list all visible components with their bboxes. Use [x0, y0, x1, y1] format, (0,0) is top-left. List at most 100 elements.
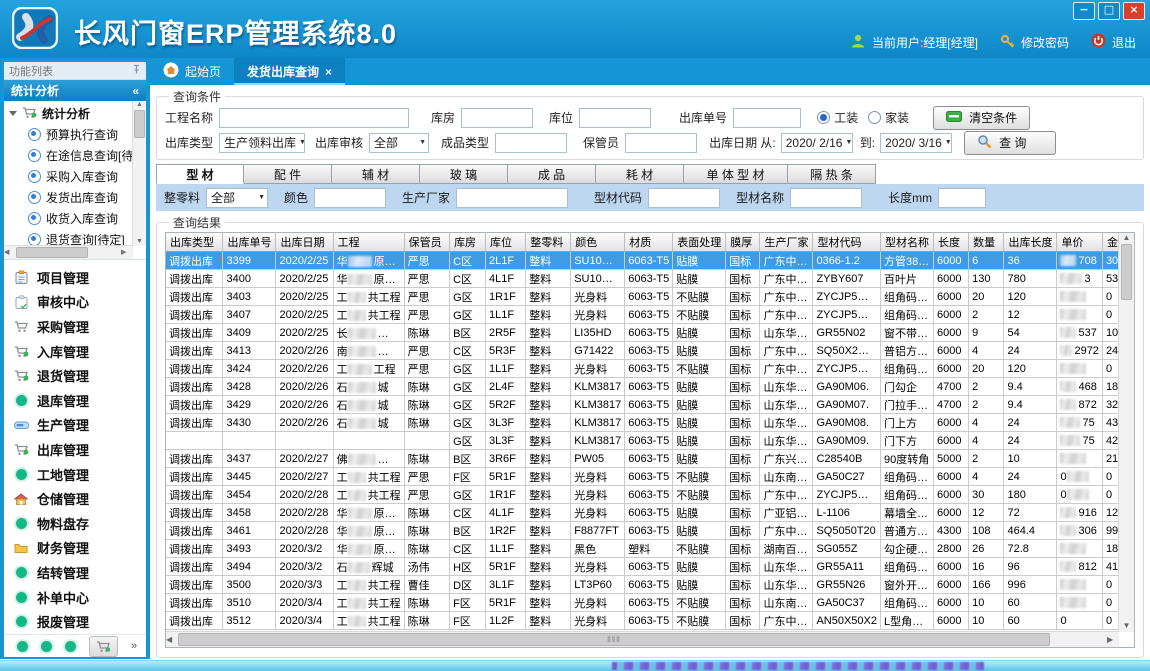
expander-icon[interactable]: [9, 111, 17, 116]
tree-vertical-scrollbar[interactable]: ▲▼: [132, 101, 146, 246]
table-row[interactable]: 调拨出库34542020/2/28工共工程严思G区1R1F整料光身料6063-T…: [166, 486, 1134, 504]
sidebar-item-dot[interactable]: 报废管理: [4, 609, 146, 634]
sidebar-item-dot[interactable]: 结转管理: [4, 560, 146, 585]
tree-item[interactable]: 收货入库查询: [4, 208, 133, 229]
column-header[interactable]: 颜色: [571, 233, 625, 252]
sidebar-item-cart[interactable]: 采购管理: [4, 314, 146, 339]
sidebar-item-dot[interactable]: 工地管理: [4, 462, 146, 487]
table-row[interactable]: 调拨出库34132020/2/26南…严思C区5R3F整料G714226063-…: [166, 342, 1134, 360]
tree-item[interactable]: 预算执行查询: [4, 124, 133, 145]
logout-link[interactable]: 退出: [1112, 34, 1136, 51]
sidebar-item-dot[interactable]: 物料盘存: [4, 511, 146, 536]
column-header[interactable]: 出库类型: [166, 233, 223, 252]
date-to-select[interactable]: 2020/ 3/16▼: [880, 133, 952, 153]
table-row[interactable]: 调拨出库34942020/3/2石辉城汤伟H区5R1F整料光身料6063-T5贴…: [166, 558, 1134, 576]
column-header[interactable]: 表面处理: [673, 233, 726, 252]
column-header[interactable]: 出库单号: [223, 233, 276, 252]
column-header[interactable]: 出库长度: [1004, 233, 1057, 252]
maximize-button[interactable]: □: [1098, 2, 1120, 20]
column-header[interactable]: 单价: [1057, 233, 1102, 252]
column-header[interactable]: 膜厚: [726, 233, 760, 252]
sidebar-item-prod[interactable]: 生产管理: [4, 413, 146, 438]
close-button[interactable]: ×: [1123, 2, 1145, 20]
column-header[interactable]: 库位: [485, 233, 525, 252]
more-icon[interactable]: »: [131, 640, 137, 652]
material-tab[interactable]: 辅 材: [332, 164, 420, 184]
name-input[interactable]: [790, 188, 862, 208]
table-row[interactable]: 调拨出库34372020/2/27佛…陈琳B区3R6F整料PW056063-T5…: [166, 450, 1134, 468]
table-row[interactable]: 调拨出库34452020/2/27工共工程严思F区5R1F整料光身料6063-T…: [166, 468, 1134, 486]
minimize-button[interactable]: −: [1073, 2, 1095, 20]
project-name-input[interactable]: [219, 108, 409, 128]
sidebar-item-cart-green[interactable]: 出库管理: [4, 437, 146, 462]
column-header[interactable]: 数量: [969, 233, 1004, 252]
column-header[interactable]: 生产厂家: [760, 233, 813, 252]
table-row[interactable]: 调拨出库35102020/3/4工共工程陈琳F区5R1F整料光身料6063-T5…: [166, 594, 1134, 612]
tree-horizontal-scrollbar[interactable]: ◀▶: [4, 245, 133, 259]
table-row[interactable]: 调拨出库34032020/2/25工共工程严思G区1R1F整料光身料6063-T…: [166, 288, 1134, 306]
date-from-select[interactable]: 2020/ 2/16▼: [781, 133, 853, 153]
table-row[interactable]: 调拨出库33992020/2/25华原…严思C区2L1F整料SU10…6063-…: [166, 252, 1134, 270]
column-header[interactable]: 型材代码: [813, 233, 881, 252]
table-row[interactable]: 调拨出库35122020/3/4工共工程陈琳F区1L2F整料光身料6063-T5…: [166, 612, 1134, 630]
table-horizontal-scrollbar[interactable]: ◀⦀⦀⦀▶: [166, 631, 1119, 647]
table-vertical-scrollbar[interactable]: ▲▼: [1118, 233, 1134, 632]
location-input[interactable]: [579, 108, 651, 128]
table-row[interactable]: 调拨出库34302020/2/26石城陈琳G区3L3F整料KLM38176063…: [166, 414, 1134, 432]
piece-select[interactable]: 全部▼: [206, 188, 268, 208]
audit-select[interactable]: 全部▼: [369, 133, 429, 153]
clear-conditions-button[interactable]: 清空条件: [933, 106, 1030, 130]
table-row[interactable]: 调拨出库34612020/2/28华原…陈琳B区1R2F整料F8877FT606…: [166, 522, 1134, 540]
column-header[interactable]: 工程: [333, 233, 404, 252]
tree-root[interactable]: 统计分析: [4, 103, 133, 124]
table-row[interactable]: 调拨出库34582020/2/28华原…陈琳C区4L1F整料光身料6063-T5…: [166, 504, 1134, 522]
keeper-input[interactable]: [625, 133, 697, 153]
change-password-link[interactable]: 修改密码: [1021, 34, 1069, 51]
column-header[interactable]: 整零料: [526, 233, 571, 252]
sidebar-item-dot[interactable]: 退库管理: [4, 388, 146, 413]
dot-button-2[interactable]: [41, 641, 52, 652]
sidebar-item-clipboard[interactable]: 项目管理: [4, 265, 146, 290]
column-header[interactable]: 材质: [625, 233, 673, 252]
table-row[interactable]: 调拨出库34242020/2/26工工程严思G区1L1F整料光身料6063-T5…: [166, 360, 1134, 378]
maker-input[interactable]: [456, 188, 568, 208]
tab-active-view[interactable]: 发货出库查询×: [234, 58, 345, 85]
tree-item[interactable]: 退货查询[待定]: [4, 229, 133, 246]
industrial-radio[interactable]: [817, 111, 830, 124]
product-type-input[interactable]: [495, 133, 567, 153]
table-row[interactable]: 调拨出库34092020/2/25长…陈琳B区2R5F整料LI35HD6063-…: [166, 324, 1134, 342]
material-tab[interactable]: 成 品: [508, 164, 596, 184]
material-tab[interactable]: 隔 热 条: [788, 164, 876, 184]
material-tab[interactable]: 单 体 型 材: [684, 164, 788, 184]
out-type-select[interactable]: 生产领料出库▼: [219, 133, 305, 153]
table-row[interactable]: 调拨出库34002020/2/25华原…严思C区4L1F整料SU10…6063-…: [166, 270, 1134, 288]
sidebar-item-clipboard2[interactable]: 审核中心: [4, 290, 146, 315]
length-input[interactable]: [938, 188, 986, 208]
column-header[interactable]: 出库日期: [276, 233, 333, 252]
column-header[interactable]: 库房: [450, 233, 486, 252]
sidebar-item-dot[interactable]: 补单中心: [4, 585, 146, 610]
dot-button-3[interactable]: [65, 641, 76, 652]
dot-button-1[interactable]: [17, 641, 28, 652]
power-icon[interactable]: [1091, 33, 1106, 51]
search-button[interactable]: 查 询: [964, 131, 1056, 155]
sidebar-item-folder[interactable]: 财务管理: [4, 536, 146, 561]
table-row[interactable]: 调拨出库35002020/3/3工共工程曹佳D区3L1F整料LT3P606063…: [166, 576, 1134, 594]
order-no-input[interactable]: [733, 108, 801, 128]
cart-button[interactable]: [89, 636, 118, 657]
material-tab[interactable]: 玻 璃: [420, 164, 508, 184]
table-row[interactable]: 调拨出库34292020/2/26石城陈琳G区5R2F整料KLM38176063…: [166, 396, 1134, 414]
material-tab[interactable]: 型 材: [156, 164, 244, 184]
collapse-icon[interactable]: «: [132, 84, 139, 98]
column-header[interactable]: 保管员: [404, 233, 449, 252]
tree-item[interactable]: 采购入库查询: [4, 166, 133, 187]
tree-item[interactable]: 在途信息查询[待: [4, 145, 133, 166]
table-row[interactable]: 调拨出库34072020/2/25工共工程严思G区1L1F整料光身料6063-T…: [166, 306, 1134, 324]
table-row[interactable]: G区3L3F整料KLM38176063-T5贴膜国标山东华…GA90M09.门下…: [166, 432, 1134, 450]
tab-home[interactable]: 起始页: [150, 58, 234, 85]
sidebar-item-cart-green[interactable]: 退货管理: [4, 363, 146, 388]
material-tab[interactable]: 耗 材: [596, 164, 684, 184]
material-tab[interactable]: 配 件: [244, 164, 332, 184]
close-icon[interactable]: ×: [325, 65, 332, 79]
code-input[interactable]: [648, 188, 720, 208]
